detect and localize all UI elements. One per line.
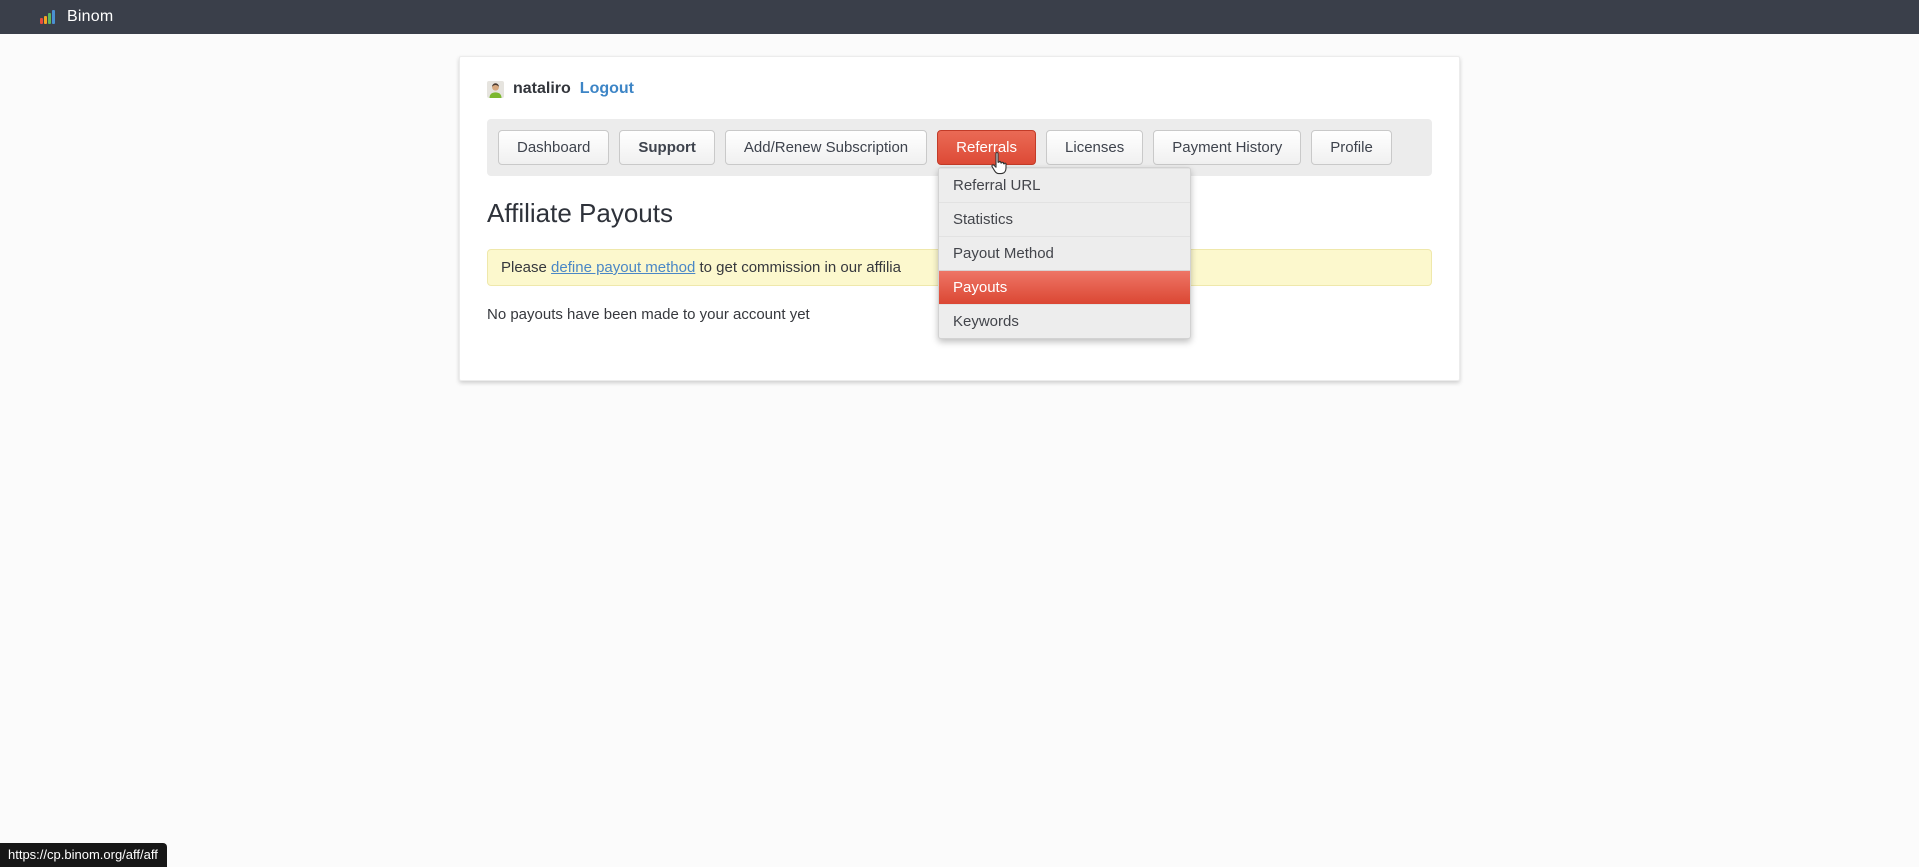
nav-tab[interactable]: Licenses: [1046, 130, 1143, 165]
dropdown-item[interactable]: Payouts: [939, 270, 1190, 304]
status-bar-url: https://cp.binom.org/aff/aff: [0, 843, 167, 867]
dropdown-item[interactable]: Statistics: [939, 202, 1190, 236]
dropdown-item[interactable]: Referral URL: [939, 168, 1190, 202]
user-name: nataliro: [513, 80, 571, 98]
brand-name: Binom: [67, 8, 113, 26]
top-bar: Binom: [0, 0, 1919, 34]
brand-link[interactable]: Binom: [40, 8, 113, 26]
logout-link[interactable]: Logout: [580, 80, 634, 98]
nav-tab[interactable]: Profile: [1311, 130, 1392, 165]
dropdown-item[interactable]: Payout Method: [939, 236, 1190, 270]
user-avatar-icon: [487, 81, 504, 98]
alert-text-suffix: to get commission in our affilia: [695, 259, 901, 276]
nav-tab[interactable]: Dashboard: [498, 130, 609, 165]
nav-tab[interactable]: Support: [619, 130, 715, 165]
bar-chart-icon: [40, 10, 55, 24]
nav-tab[interactable]: Payment History: [1153, 130, 1301, 165]
referrals-dropdown-menu: Referral URL Statistics Payout Method Pa…: [938, 167, 1191, 339]
nav-tab[interactable]: Add/Renew Subscription: [725, 130, 927, 165]
alert-text-prefix: Please: [501, 259, 551, 276]
dropdown-item[interactable]: Keywords: [939, 304, 1190, 338]
user-row: nataliro Logout: [487, 79, 1432, 99]
nav-tab[interactable]: Referrals: [937, 130, 1036, 165]
define-payout-method-link[interactable]: define payout method: [551, 259, 695, 276]
